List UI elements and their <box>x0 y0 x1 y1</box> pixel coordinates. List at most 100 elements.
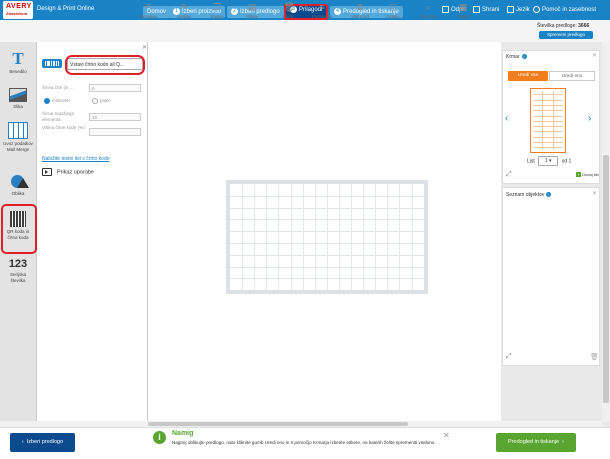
logo-text-bottom: Zweckform <box>6 11 28 16</box>
thumb-line <box>533 142 563 143</box>
expand-icon[interactable]: ⤢ <box>506 353 512 361</box>
hint-close-icon[interactable]: ✕ <box>443 431 450 440</box>
bar-width-label: Širina črte (in ... <box>42 85 74 90</box>
edit-all-button[interactable]: Uredi vse <box>508 71 548 81</box>
link-label: Pomoč in zasebnost <box>542 7 597 14</box>
add-sheet-icon: + <box>576 172 581 178</box>
flag-icon <box>507 6 514 13</box>
paste-button[interactable]: ▤ Prilepi <box>234 2 270 20</box>
height-input[interactable] <box>89 128 141 136</box>
thumb-line <box>542 91 543 150</box>
sidebar-item-shape[interactable]: Oblika <box>0 175 36 196</box>
qr-highlight <box>1 204 37 254</box>
barcode-type-highlight <box>65 55 145 75</box>
info-icon[interactable]: i <box>521 54 527 60</box>
thumb-line <box>533 94 563 96</box>
help-link[interactable]: Pomoč in zasebnost <box>533 6 596 13</box>
radio-label: palec <box>100 98 111 104</box>
grid-line <box>266 184 268 290</box>
sidebar-item-label: Slika <box>13 104 23 109</box>
thumb-line <box>533 120 563 122</box>
edit-one-button[interactable]: Uredi eno <box>549 71 595 81</box>
preview-print-button[interactable]: Predogled in tiskanje › <box>496 433 576 452</box>
sidebar-item-text[interactable]: T Besedilo <box>0 50 36 74</box>
background-button[interactable]: ▢ Ozadje <box>375 2 411 20</box>
test-sheet-link[interactable]: Naložite testni list s črtno kodo <box>42 156 110 162</box>
tool-label: Pogled <box>456 14 470 19</box>
trash-icon[interactable]: 🗑 <box>590 353 599 361</box>
app-title: Design & Print Online <box>37 6 95 12</box>
play-icon <box>42 168 52 176</box>
horizontal-scroll-thumb[interactable] <box>148 422 408 426</box>
language-link[interactable]: Jezik <box>507 6 530 13</box>
trash-icon: 🗑 <box>283 2 295 12</box>
sidebar-item-mail-merge[interactable]: Uvoz podatkov Mail Merge <box>0 122 36 153</box>
sheet-thumbnail[interactable] <box>530 88 566 153</box>
delete-button[interactable]: 🗑 Izbriši <box>270 2 306 20</box>
thumb-line <box>533 110 563 112</box>
chevron-left-icon: ‹ <box>21 439 24 445</box>
grid-line <box>302 184 304 290</box>
grid-line <box>290 184 292 290</box>
panel-close-icon[interactable]: ✕ <box>142 44 147 51</box>
grid-icon: ▦ <box>458 2 468 12</box>
view-button[interactable]: ▦ Pogled <box>445 2 481 20</box>
add-sheet-button[interactable]: + Dodaj list <box>576 172 599 178</box>
vertical-scroll-thumb[interactable] <box>603 155 609 403</box>
video-tutorial-link[interactable]: Prikaz uporabe <box>42 168 94 176</box>
tool-label: Ozadje <box>386 14 400 19</box>
thumb-line <box>533 115 563 117</box>
order-button[interactable]: ⧉ Vrstni red <box>342 2 378 20</box>
radio-dot <box>44 98 50 104</box>
sheet-select[interactable]: 1 ▾ <box>538 156 559 166</box>
tool-label: Povečava <box>418 14 438 19</box>
grid-line <box>254 184 256 290</box>
sidebar-item-image[interactable]: Slika <box>0 88 36 109</box>
link-label: Shrani <box>482 7 500 14</box>
tool-label: Uveljavi <box>176 14 192 19</box>
unit-mm-radio[interactable]: milimeter <box>44 98 70 104</box>
radio-label: milimeter <box>52 98 71 104</box>
copy-icon: ❐ <box>212 2 222 12</box>
min-width-input[interactable]: 10 <box>89 113 141 121</box>
undo-button[interactable]: ↶ Razveljavi <box>130 3 166 20</box>
sidebar-item-label: Uvoz podatkov Mail Merge <box>3 141 33 152</box>
align-icon: ≡ <box>319 2 325 12</box>
navigator-close-icon[interactable]: ✕ <box>592 52 597 59</box>
grid-line <box>278 184 280 290</box>
object-list-close-icon[interactable]: ✕ <box>592 190 597 197</box>
template-number: Številka predloge: 3666 <box>537 23 589 29</box>
unit-inch-radio[interactable]: palec <box>92 98 111 104</box>
thumb-line <box>553 91 554 150</box>
change-template-button[interactable]: Spremeni predlogo <box>539 31 593 39</box>
back-choose-template-button[interactable]: ‹ Izberi predlogo <box>10 433 75 452</box>
next-sheet-icon[interactable]: › <box>588 113 591 124</box>
copy-button[interactable]: ❐ Kopiraj <box>199 2 235 20</box>
table-icon <box>8 122 28 139</box>
layers-icon: ⧉ <box>356 2 364 12</box>
expand-icon[interactable]: ⤢ <box>506 171 512 179</box>
chevron-right-icon: › <box>562 439 564 445</box>
label-grid[interactable] <box>230 184 424 290</box>
sidebar-item-serial-number[interactable]: 123 Serijska številka <box>0 258 36 284</box>
avery-logo[interactable]: AVERY Zweckform <box>3 1 33 19</box>
thumb-line <box>533 136 563 138</box>
prev-sheet-icon[interactable]: ‹ <box>505 113 508 124</box>
zoom-button[interactable]: ⌕ Povečava <box>410 3 446 20</box>
thumb-line <box>533 147 563 149</box>
redo-button[interactable]: ↷ Uveljavi <box>166 3 202 20</box>
grid-line <box>314 184 316 290</box>
bar-width-input[interactable]: 0 <box>89 84 141 92</box>
grid-line <box>399 184 401 290</box>
navigator-title-text: Krmar <box>506 54 520 60</box>
grid-line <box>411 184 413 290</box>
add-sheet-label: Dodaj list <box>582 172 599 177</box>
info-icon: i <box>153 431 166 444</box>
background-icon: ▢ <box>388 2 398 12</box>
grid-line <box>326 184 328 290</box>
paste-icon: ▤ <box>247 2 257 12</box>
grid-line <box>375 184 377 290</box>
info-icon[interactable]: i <box>546 192 552 198</box>
grid-line <box>351 184 352 290</box>
align-button[interactable]: ≡ Poravnava <box>304 2 340 20</box>
